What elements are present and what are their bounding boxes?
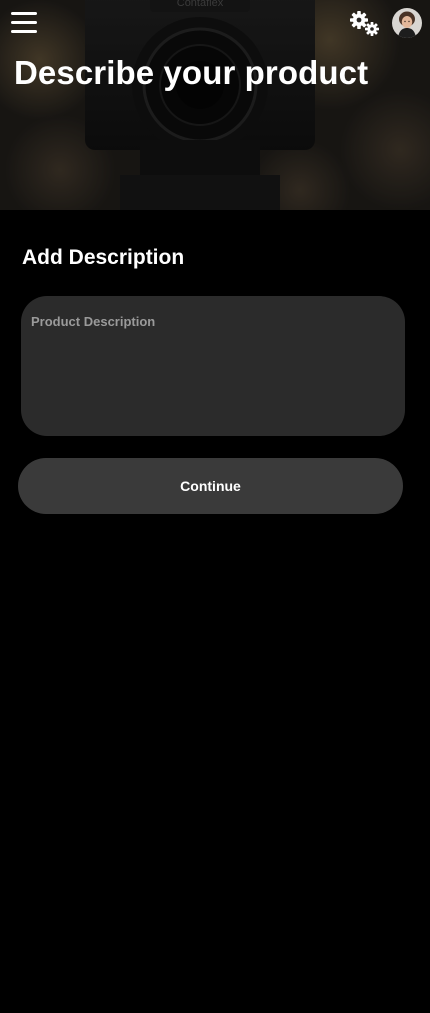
product-description-field[interactable] [21,296,405,436]
hamburger-menu-icon-line [11,21,37,24]
continue-button[interactable]: Continue [18,458,403,514]
hero-banner: Contaflex Describe your product [0,0,430,210]
page-title: Describe your product [14,54,369,91]
section-heading: Add Description [22,246,185,269]
gears-icon [350,11,379,36]
settings-button[interactable] [348,10,382,38]
user-avatar[interactable] [392,8,422,38]
menu-button[interactable] [10,10,38,36]
hamburger-menu-icon [11,12,37,15]
hamburger-menu-icon-line [11,30,37,33]
avatar-image [392,8,422,38]
